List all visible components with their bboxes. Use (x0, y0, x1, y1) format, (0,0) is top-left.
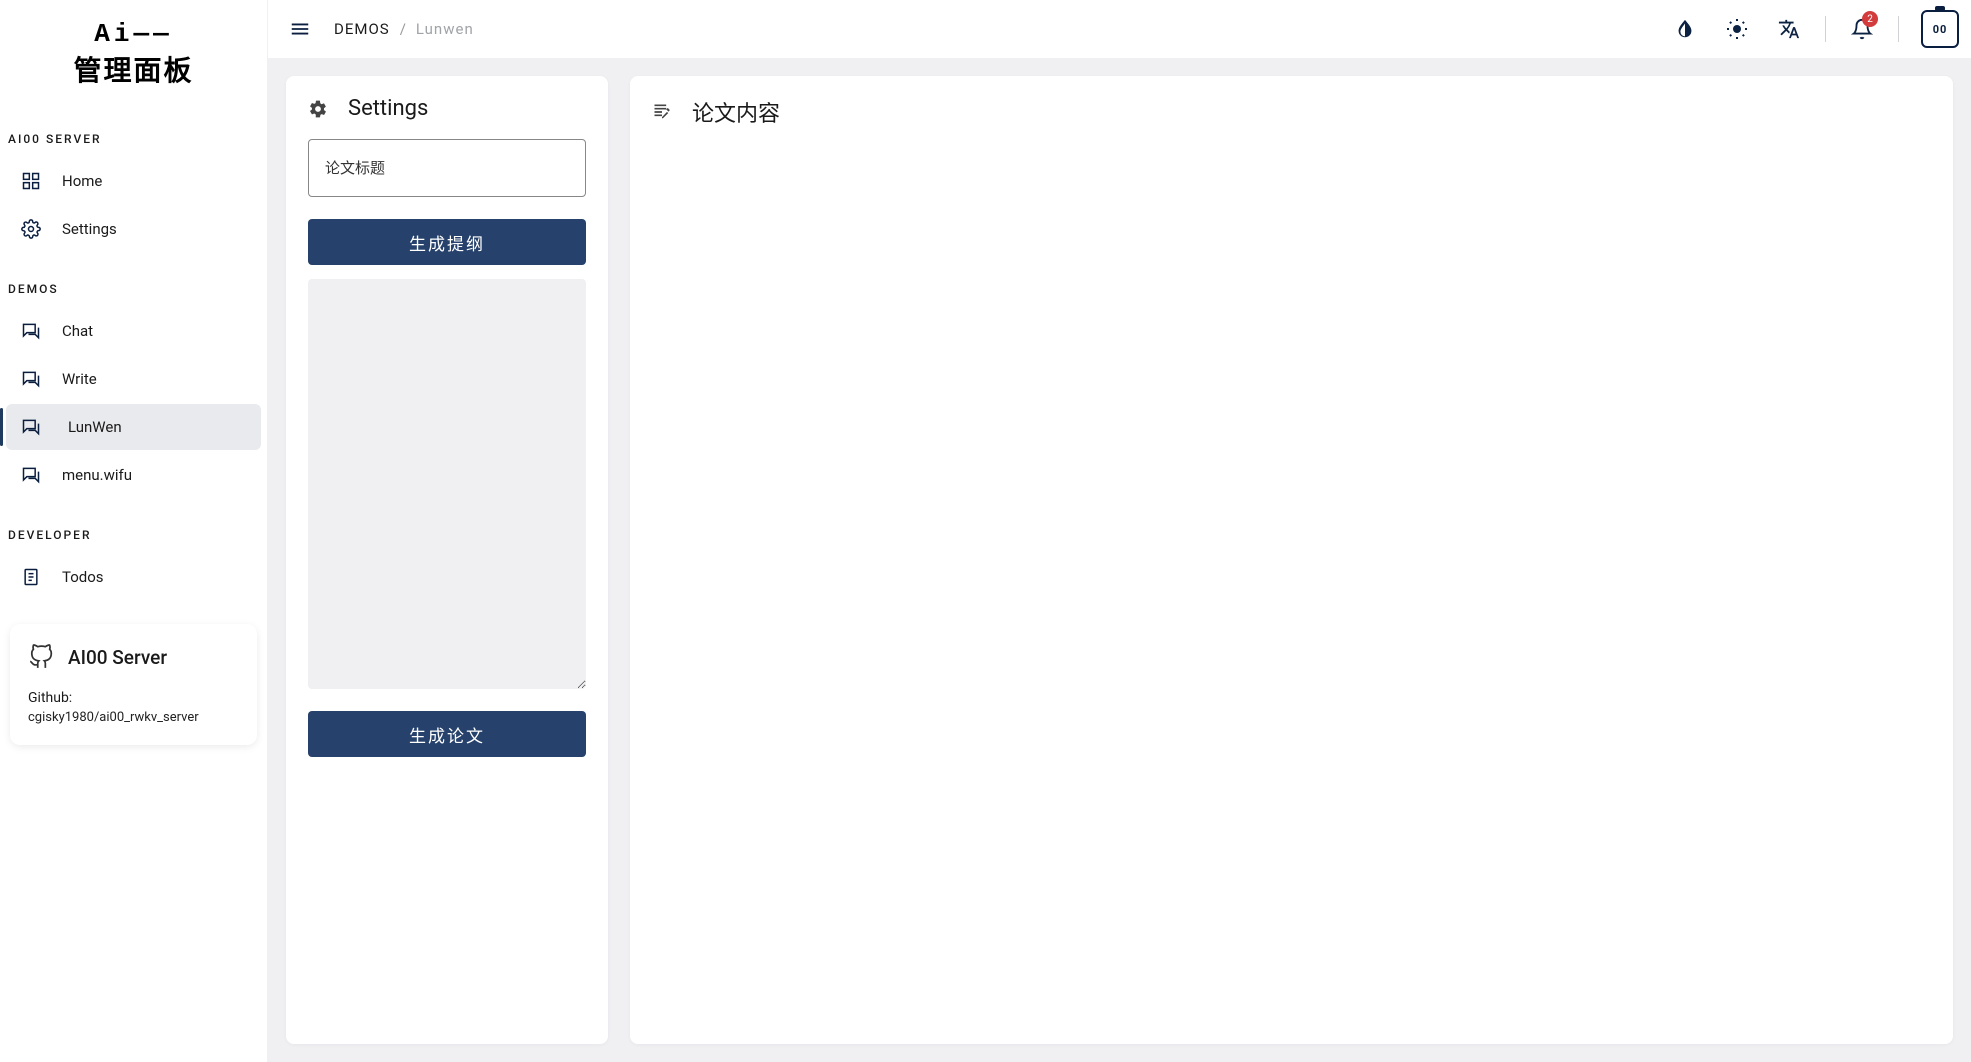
sidebar-item-lunwen[interactable]: LunWen (6, 404, 261, 450)
sidebar-item-settings[interactable]: Settings (6, 206, 261, 252)
sidebar-item-label: LunWen (62, 418, 122, 436)
brightness-icon[interactable] (1715, 7, 1759, 51)
topbar: DEMOS / Lunwen 2 00 (268, 0, 1971, 58)
sidebar-section: DEMOS Chat Write LunWen menu.wifu (0, 258, 267, 504)
main: DEMOS / Lunwen 2 00 (268, 0, 1971, 1062)
content-title: 论文内容 (692, 96, 780, 128)
paper-title-input[interactable] (308, 139, 586, 197)
topbar-divider-2 (1898, 16, 1899, 42)
gear-icon (20, 218, 42, 240)
sidebar-info-card: AI00 Server Github: cgisky1980/ai00_rwkv… (10, 624, 257, 745)
sidebar-section-title: DEVELOPER (0, 518, 267, 552)
logo-line2: 管理面板 (73, 49, 193, 89)
breadcrumb-sep: / (400, 20, 406, 38)
settings-title: Settings (348, 96, 428, 121)
logo: Ai—— 管理面板 (0, 0, 267, 108)
breadcrumb-demos[interactable]: DEMOS (334, 20, 390, 38)
invert-colors-icon[interactable] (1663, 7, 1707, 51)
sidebar-item-label: Todos (62, 568, 104, 586)
sidebar: Ai—— 管理面板 AI00 SERVER Home Settings DEMOS Ch… (0, 0, 268, 1062)
hamburger-menu-button[interactable] (280, 9, 320, 49)
content-panel: 论文内容 (630, 76, 1953, 1044)
sidebar-nav: AI00 SERVER Home Settings DEMOS Chat Write Lun… (0, 108, 267, 606)
content-area: Settings 生成提纲 生成论文 论文内容 (268, 58, 1971, 1062)
gear-icon (308, 99, 328, 119)
forum-icon (20, 368, 42, 390)
breadcrumb-current: Lunwen (416, 20, 474, 38)
sidebar-item-label: Chat (62, 322, 93, 340)
sidebar-item-label: Write (62, 370, 97, 388)
outline-textarea[interactable] (308, 279, 586, 689)
logo-line1: Ai—— (73, 19, 193, 49)
sidebar-item-todos[interactable]: Todos (6, 554, 261, 600)
sidebar-section: AI00 SERVER Home Settings (0, 108, 267, 258)
forum-icon (20, 464, 42, 486)
sidebar-item-chat[interactable]: Chat (6, 308, 261, 354)
card-github-label: Github: (28, 690, 239, 706)
forum-icon (20, 416, 42, 438)
edit-note-icon (652, 102, 672, 122)
breadcrumb: DEMOS / Lunwen (334, 20, 474, 38)
avatar[interactable]: 00 (1921, 10, 1959, 48)
dashboard-icon (20, 170, 42, 192)
translate-icon[interactable] (1767, 7, 1811, 51)
notifications-badge: 2 (1862, 11, 1878, 27)
sidebar-item-label: Settings (62, 220, 117, 238)
github-icon (28, 644, 54, 670)
generate-outline-button[interactable]: 生成提纲 (308, 219, 586, 265)
avatar-text: 00 (1933, 23, 1948, 36)
sidebar-section-title: DEMOS (0, 272, 267, 306)
sidebar-item-label: menu.wifu (62, 466, 132, 484)
notifications-icon[interactable]: 2 (1840, 7, 1884, 51)
topbar-divider (1825, 16, 1826, 42)
card-title: AI00 Server (68, 646, 167, 669)
sidebar-item-home[interactable]: Home (6, 158, 261, 204)
generate-paper-button[interactable]: 生成论文 (308, 711, 586, 757)
sidebar-item-menu-wifu[interactable]: menu.wifu (6, 452, 261, 498)
sidebar-section: DEVELOPER Todos (0, 504, 267, 606)
settings-panel: Settings 生成提纲 生成论文 (286, 76, 608, 1044)
sidebar-item-write[interactable]: Write (6, 356, 261, 402)
sidebar-item-label: Home (62, 172, 102, 190)
doc-list-icon (20, 566, 42, 588)
card-github-value: cgisky1980/ai00_rwkv_server (28, 710, 239, 725)
sidebar-section-title: AI00 SERVER (0, 122, 267, 156)
forum-icon (20, 320, 42, 342)
